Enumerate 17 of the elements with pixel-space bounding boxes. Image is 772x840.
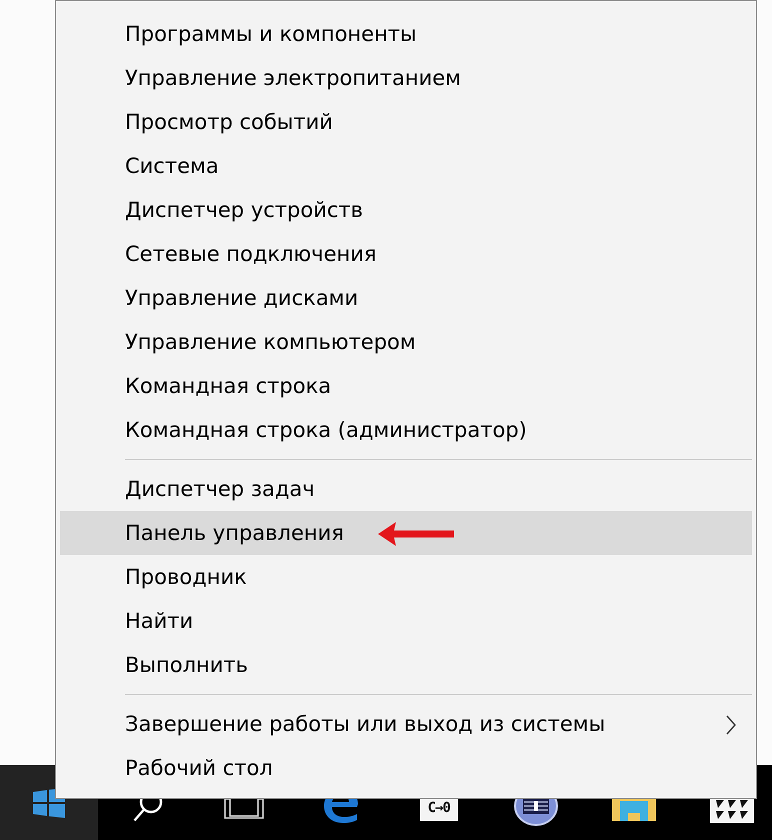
- menu-item[interactable]: Управление дисками: [60, 276, 752, 320]
- menu-item[interactable]: Завершение работы или выход из системы: [60, 702, 752, 746]
- menu-item[interactable]: Управление электропитанием: [60, 56, 752, 100]
- menu-item[interactable]: Просмотр событий: [60, 100, 752, 144]
- menu-item[interactable]: Сетевые подключения: [60, 232, 752, 276]
- menu-item[interactable]: Система: [60, 144, 752, 188]
- menu-item[interactable]: Проводник: [60, 555, 752, 599]
- menu-item[interactable]: Диспетчер задач: [60, 467, 752, 511]
- menu-item[interactable]: Диспетчер устройств: [60, 188, 752, 232]
- menu-item[interactable]: Программы и компоненты: [60, 12, 752, 56]
- menu-item[interactable]: Выполнить: [60, 643, 752, 687]
- menu-item[interactable]: Командная строка: [60, 364, 752, 408]
- menu-item[interactable]: Командная строка (администратор): [60, 408, 752, 452]
- menu-item[interactable]: Рабочий стол: [60, 746, 752, 790]
- menu-item[interactable]: Найти: [60, 599, 752, 643]
- menu-item[interactable]: Управление компьютером: [60, 320, 752, 364]
- menu-item[interactable]: Панель управления: [60, 511, 752, 555]
